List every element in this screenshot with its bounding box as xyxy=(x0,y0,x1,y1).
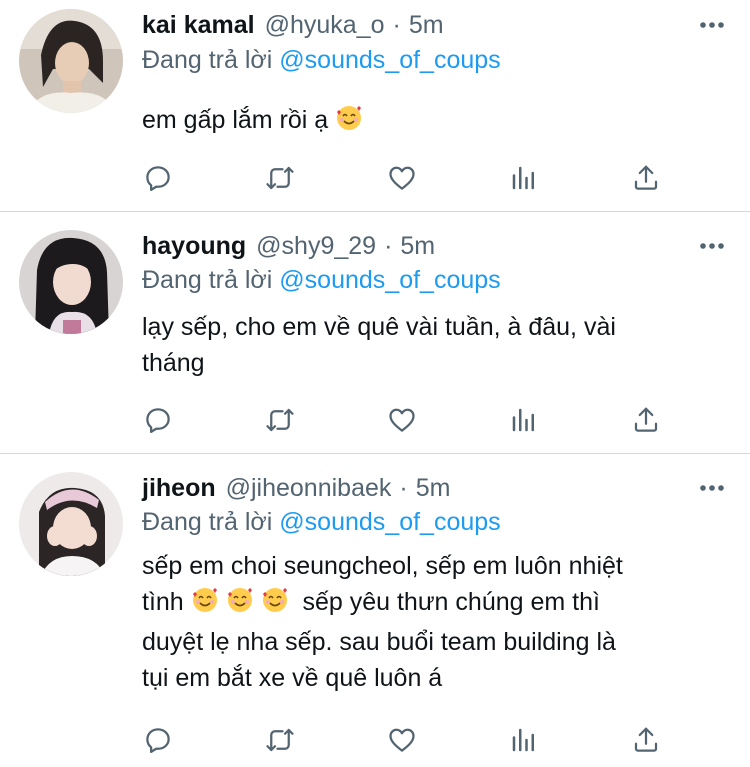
smiling-face-with-hearts-icon xyxy=(335,104,363,142)
tweet-text-line: duyệt lẹ nha sếp. sau buổi team building… xyxy=(142,628,616,656)
user-handle[interactable]: @hyuka_o xyxy=(265,11,385,40)
reply-icon[interactable] xyxy=(140,722,176,758)
like-icon[interactable] xyxy=(384,160,420,196)
tweet-text-line: sếp yêu thưn chúng em thì xyxy=(302,588,600,616)
reply-prefix: Đang trả lời xyxy=(142,46,273,74)
separator-dot: · xyxy=(399,473,408,502)
tweet-actions xyxy=(140,722,680,758)
like-icon[interactable] xyxy=(384,402,420,438)
replying-to: Đang trả lời @sounds_of_coups xyxy=(142,46,501,75)
analytics-icon[interactable] xyxy=(506,160,542,196)
reply-icon[interactable] xyxy=(140,160,176,196)
display-name[interactable]: hayoung xyxy=(142,232,246,261)
tweet-3[interactable]: jiheon @jiheonnibaek · 5m Đang trả lời @… xyxy=(0,454,750,767)
smiling-face-with-hearts-icon xyxy=(261,586,289,624)
analytics-icon[interactable] xyxy=(506,402,542,438)
smiling-face-with-hearts-icon xyxy=(191,586,219,624)
reply-prefix: Đang trả lời xyxy=(142,508,273,536)
reply-icon[interactable] xyxy=(140,402,176,438)
replying-to: Đang trả lời @sounds_of_coups xyxy=(142,266,501,295)
tweet-text-line: sếp em choi seungcheol, sếp em luôn nhiệ… xyxy=(142,552,623,580)
share-icon[interactable] xyxy=(628,160,664,196)
tweet-text-line: em gấp lắm rồi ạ xyxy=(142,106,329,134)
tweet-text-line: tình xyxy=(142,588,184,616)
tweet-2[interactable]: hayoung @shy9_29 · 5m Đang trả lời @soun… xyxy=(0,212,750,454)
separator-dot: · xyxy=(392,10,401,39)
retweet-icon[interactable] xyxy=(262,722,298,758)
more-options-icon[interactable] xyxy=(694,230,730,262)
tweet-text-line: lạy sếp, cho em về quê vài tuần, à đâu, … xyxy=(142,313,616,341)
user-handle[interactable]: @shy9_29 xyxy=(256,232,376,261)
more-options-icon[interactable] xyxy=(694,9,730,41)
tweet-text: lạy sếp, cho em về quê vài tuần, à đâu, … xyxy=(142,309,720,381)
share-icon[interactable] xyxy=(628,722,664,758)
reply-prefix: Đang trả lời xyxy=(142,266,273,294)
separator-dot: · xyxy=(384,231,393,260)
tweet-text-line: tháng xyxy=(142,349,205,377)
display-name[interactable]: jiheon xyxy=(142,474,216,503)
retweet-icon[interactable] xyxy=(262,160,298,196)
tweet-actions xyxy=(140,160,680,196)
like-icon[interactable] xyxy=(384,722,420,758)
smiling-face-with-hearts-icon xyxy=(226,586,254,624)
more-options-icon[interactable] xyxy=(694,472,730,504)
timestamp[interactable]: 5m xyxy=(400,232,435,261)
tweet-text-line: tụi em bắt xe về quê luôn á xyxy=(142,664,443,692)
share-icon[interactable] xyxy=(628,402,664,438)
mention-link[interactable]: @sounds_of_coups xyxy=(279,508,500,536)
analytics-icon[interactable] xyxy=(506,722,542,758)
replying-to: Đang trả lời @sounds_of_coups xyxy=(142,508,501,537)
mention-link[interactable]: @sounds_of_coups xyxy=(279,46,500,74)
tweet-text: em gấp lắm rồi ạ xyxy=(142,102,720,142)
timestamp[interactable]: 5m xyxy=(416,474,451,503)
retweet-icon[interactable] xyxy=(262,402,298,438)
tweet-text: sếp em choi seungcheol, sếp em luôn nhiệ… xyxy=(142,548,720,696)
display-name[interactable]: kai kamal xyxy=(142,11,255,40)
avatar[interactable] xyxy=(19,230,123,334)
tweet-actions xyxy=(140,402,680,438)
avatar[interactable] xyxy=(19,472,123,576)
user-handle[interactable]: @jiheonnibaek xyxy=(226,474,392,503)
mention-link[interactable]: @sounds_of_coups xyxy=(279,266,500,294)
avatar[interactable] xyxy=(19,9,123,113)
tweet-1[interactable]: kai kamal @hyuka_o · 5m Đang trả lời @so… xyxy=(0,0,750,212)
timestamp[interactable]: 5m xyxy=(409,11,444,40)
